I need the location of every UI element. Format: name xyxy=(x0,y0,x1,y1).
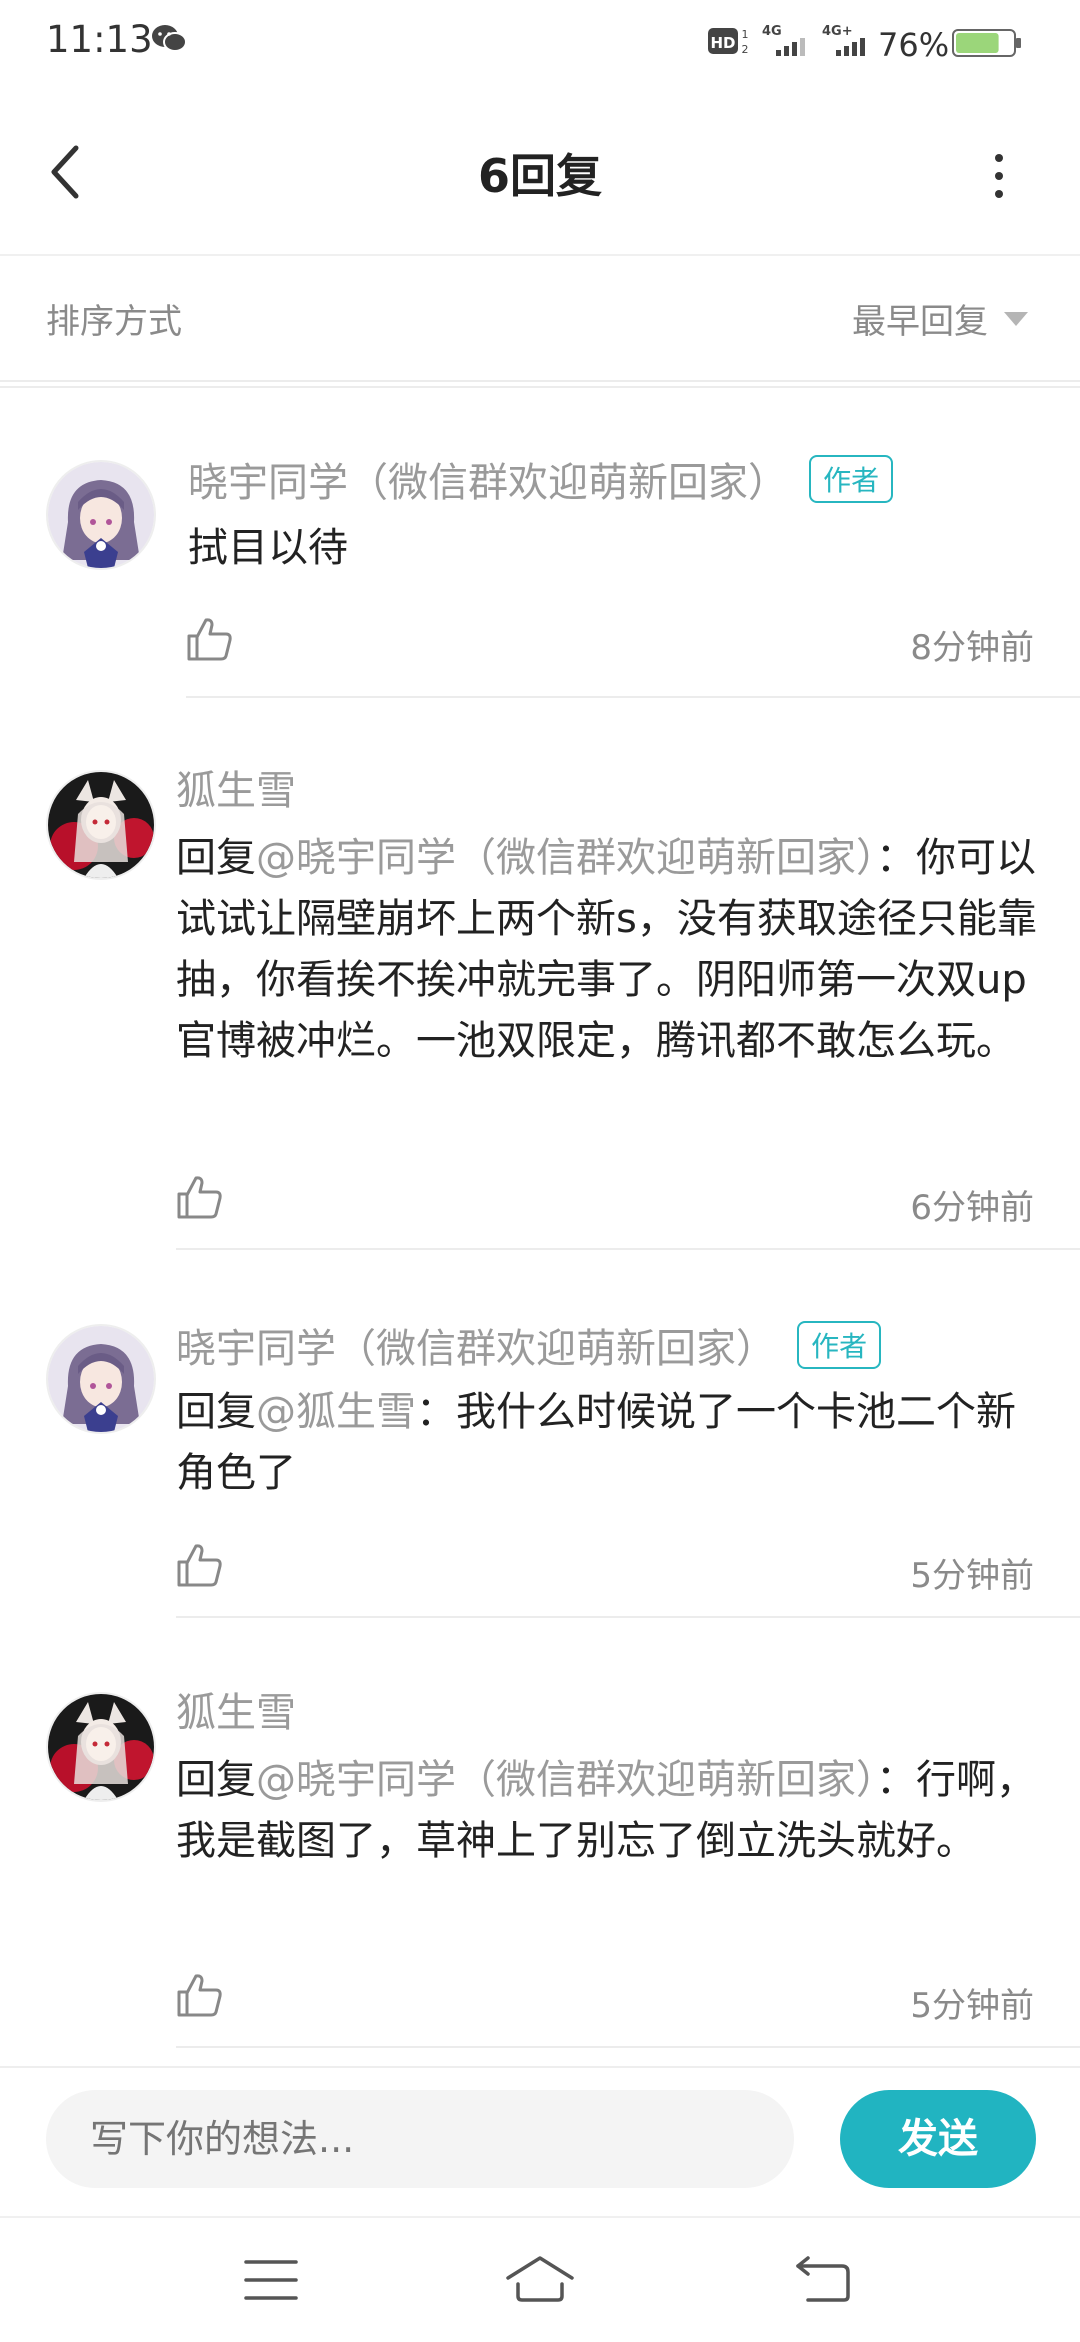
status-bar: 11:13 HD 1 2 4G 4G+ 76% xyxy=(0,0,1080,90)
send-button[interactable]: 发送 xyxy=(840,2090,1036,2188)
reply-item: 晓宇同学（微信群欢迎萌新回家） 作者 拭目以待 8分钟前 xyxy=(0,392,1080,696)
reply-timestamp: 5分钟前 xyxy=(910,1556,1034,1596)
divider xyxy=(176,2046,1080,2048)
reply-prefix: 回复 xyxy=(176,835,256,881)
reply-timestamp: 5分钟前 xyxy=(910,1986,1034,2026)
reply-author-row: 狐生雪 xyxy=(176,758,1036,814)
reply-timestamp: 6分钟前 xyxy=(910,1188,1034,1228)
thumbs-up-icon[interactable] xyxy=(186,616,234,662)
sort-label: 排序方式 xyxy=(46,302,182,342)
reply-prefix: 回复 xyxy=(176,1757,256,1803)
reply-item: 狐生雪 回复@晓宇同学（微信群欢迎萌新回家）：你可以试试让隔壁崩坏上两个新s，没… xyxy=(0,698,1080,1248)
avatar[interactable] xyxy=(46,770,156,880)
network-label: 4G xyxy=(762,24,782,39)
composer-bar: 发送 xyxy=(0,2066,1080,2216)
avatar[interactable] xyxy=(46,1324,156,1434)
hd-voice-icon: HD 1 2 xyxy=(708,28,749,56)
battery-icon xyxy=(952,29,1021,57)
reply-author-row: 晓宇同学（微信群欢迎萌新回家） 作者 xyxy=(176,1316,1036,1372)
reply-author[interactable]: 狐生雪 xyxy=(176,768,296,814)
mention-link[interactable]: @晓宇同学（微信群欢迎萌新回家） xyxy=(256,1757,876,1803)
reply-item: 晓宇同学（微信群欢迎萌新回家） 作者 回复@狐生雪：我什么时候说了一个卡池二个新… xyxy=(0,1250,1080,1616)
reply-content: 回复@狐生雪：我什么时候说了一个卡池二个新角色了 xyxy=(176,1382,1042,1504)
caret-down-icon[interactable] xyxy=(1002,310,1030,328)
avatar[interactable] xyxy=(46,460,156,570)
thumbs-up-icon[interactable] xyxy=(176,1542,224,1588)
home-icon[interactable] xyxy=(504,2254,576,2306)
svg-text:HD: HD xyxy=(710,34,735,52)
thumbs-up-icon[interactable] xyxy=(176,1174,224,1220)
menu-icon[interactable] xyxy=(244,2258,298,2302)
system-nav-bar xyxy=(0,2216,1080,2342)
avatar[interactable] xyxy=(46,1692,156,1802)
svg-text:1: 1 xyxy=(742,28,749,41)
more-vertical-icon[interactable] xyxy=(984,146,1014,206)
battery-percent: 76% xyxy=(878,26,950,64)
app-header: 6回复 xyxy=(0,90,1080,256)
reply-text: 拭目以待 xyxy=(188,525,348,571)
reply-content: 回复@晓宇同学（微信群欢迎萌新回家）：你可以试试让隔壁崩坏上两个新s，没有获取途… xyxy=(176,828,1042,1072)
reply-author-row: 狐生雪 xyxy=(176,1680,1036,1736)
reply-timestamp: 8分钟前 xyxy=(910,628,1034,668)
reply-author-row: 晓宇同学（微信群欢迎萌新回家） 作者 xyxy=(188,450,1048,506)
page-title: 6回复 xyxy=(477,149,602,203)
author-badge: 作者 xyxy=(809,455,894,503)
sort-dropdown[interactable]: 最早回复 xyxy=(852,294,988,343)
divider xyxy=(0,386,1080,388)
author-badge: 作者 xyxy=(797,1321,882,1369)
reply-author[interactable]: 狐生雪 xyxy=(176,1690,296,1736)
signal-icon: 4G xyxy=(762,24,805,56)
signal-icon: 4G+ xyxy=(822,24,865,56)
reply-prefix: 回复 xyxy=(176,1389,256,1435)
status-time: 11:13 xyxy=(46,18,153,61)
reply-content: 回复@晓宇同学（微信群欢迎萌新回家）：行啊，我是截图了，草神上了别忘了倒立洗头就… xyxy=(176,1750,1042,1872)
reply-author[interactable]: 晓宇同学（微信群欢迎萌新回家） xyxy=(188,460,788,506)
reply-item: 狐生雪 回复@晓宇同学（微信群欢迎萌新回家）：行啊，我是截图了，草神上了别忘了倒… xyxy=(0,1618,1080,2048)
reply-content: 拭目以待 xyxy=(188,518,1038,579)
back-nav-icon[interactable] xyxy=(794,2254,852,2306)
sort-bar: 排序方式 最早回复 xyxy=(0,254,1080,382)
comment-input[interactable] xyxy=(46,2090,794,2188)
svg-text:2: 2 xyxy=(742,43,749,56)
wechat-icon xyxy=(152,25,187,52)
mention-link[interactable]: @狐生雪 xyxy=(256,1389,416,1435)
thumbs-up-icon[interactable] xyxy=(176,1972,224,2018)
reply-author[interactable]: 晓宇同学（微信群欢迎萌新回家） xyxy=(176,1326,776,1372)
network-plus-label: 4G+ xyxy=(822,24,853,39)
mention-link[interactable]: @晓宇同学（微信群欢迎萌新回家） xyxy=(256,835,876,881)
